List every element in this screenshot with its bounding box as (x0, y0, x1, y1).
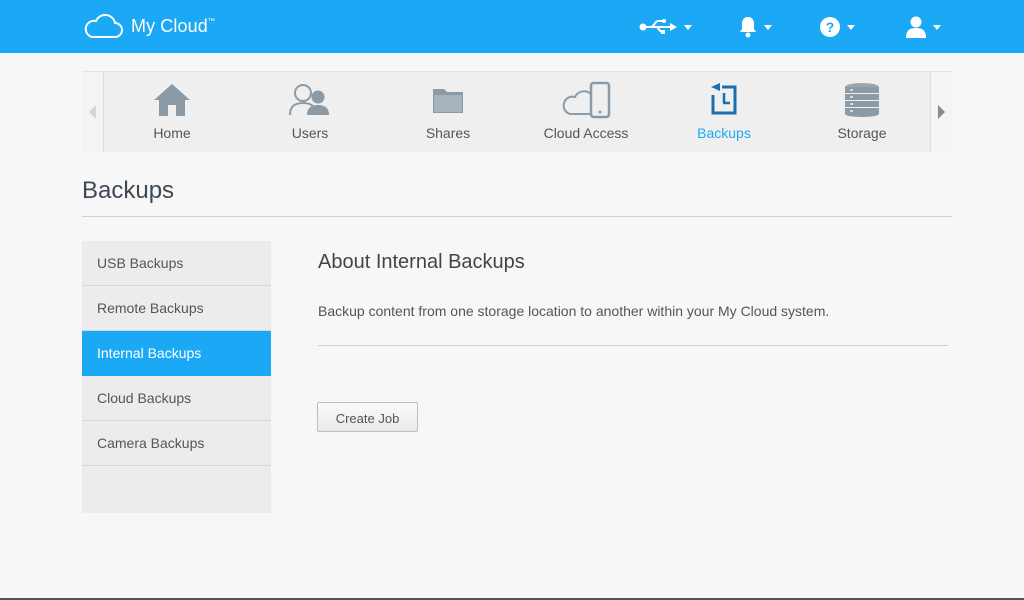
app-title: My Cloud™ (131, 15, 215, 36)
sidebar-item-camera-backups[interactable]: Camera Backups (82, 421, 271, 466)
nav-scroll-left-button[interactable] (82, 72, 104, 152)
bell-icon (740, 17, 756, 38)
user-menu[interactable] (906, 14, 941, 40)
nav-item-shares[interactable]: Shares (388, 72, 508, 152)
page-title: Backups (82, 177, 175, 204)
cloud-device-icon (562, 81, 611, 119)
nav-item-label: Cloud Access (543, 125, 629, 141)
section-description: Backup content from one storage location… (318, 303, 830, 319)
backup-icon (711, 83, 737, 115)
nav-item-users[interactable]: Users (250, 72, 370, 152)
sidebar-item-internal-backups[interactable]: Internal Backups (82, 331, 271, 376)
sidebar-item-usb-backups[interactable]: USB Backups (82, 241, 271, 286)
nav-item-cloud-access[interactable]: Cloud Access (526, 72, 646, 152)
users-icon (289, 84, 329, 116)
nav-item-home[interactable]: Home (112, 72, 232, 152)
nav-item-label: Backups (697, 125, 751, 141)
chevron-down-icon (933, 24, 941, 30)
nav-item-label: Storage (837, 125, 887, 141)
nav-item-backups[interactable]: Backups (664, 72, 784, 152)
logo[interactable]: My Cloud™ (83, 13, 215, 39)
usb-menu[interactable] (639, 14, 692, 40)
chevron-left-icon (89, 105, 96, 119)
chevron-right-icon (938, 105, 945, 119)
help-menu[interactable]: ? (820, 14, 855, 40)
chevron-down-icon (847, 24, 855, 30)
storage-icon (845, 83, 879, 117)
usb-icon (639, 19, 677, 34)
sidebar-item-remote-backups[interactable]: Remote Backups (82, 286, 271, 331)
main-nav: Home Users Shares Cloud Access Backups S… (82, 71, 952, 152)
nav-item-label: Shares (425, 125, 471, 141)
nav-item-storage[interactable]: Storage (802, 72, 922, 152)
divider (318, 345, 948, 346)
chevron-down-icon (764, 24, 772, 30)
svg-text:?: ? (826, 19, 835, 35)
top-bar: My Cloud™ ? (0, 0, 1024, 53)
notifications-menu[interactable] (739, 14, 772, 40)
sidebar-item-cloud-backups[interactable]: Cloud Backups (82, 376, 271, 421)
section-title: About Internal Backups (318, 251, 525, 273)
cloud-logo-icon (84, 13, 123, 38)
folder-icon (433, 89, 463, 113)
help-icon: ? (820, 17, 840, 37)
home-icon (154, 84, 190, 116)
chevron-down-icon (684, 24, 692, 30)
nav-scroll-right-button[interactable] (930, 72, 952, 152)
create-job-button[interactable]: Create Job (317, 402, 418, 432)
nav-item-label: Home (153, 125, 191, 141)
backups-sidebar: USB Backups Remote Backups Internal Back… (82, 241, 271, 513)
divider (82, 216, 952, 217)
user-icon (906, 16, 926, 38)
nav-item-label: Users (291, 125, 329, 141)
